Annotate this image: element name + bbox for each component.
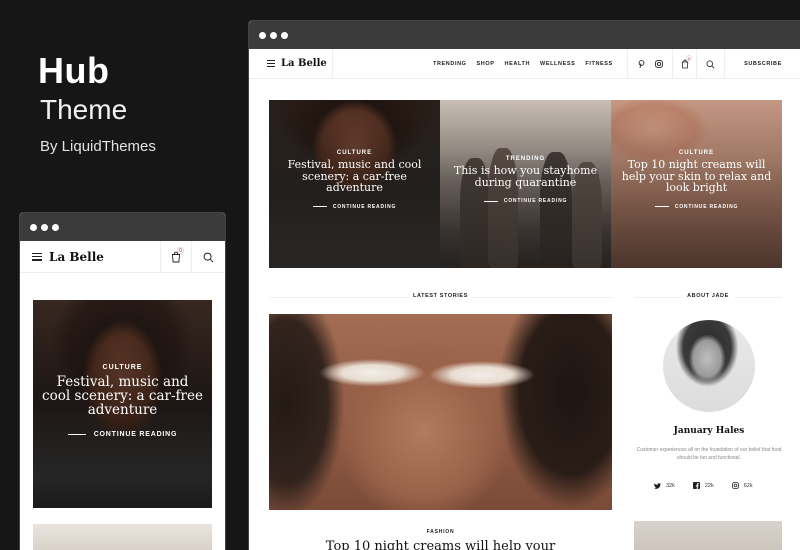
facebook-count: 22k — [704, 482, 714, 489]
card-category: CULTURE — [336, 150, 373, 156]
author-name: January Hales — [673, 426, 745, 436]
hamburger-menu-icon[interactable] — [32, 252, 42, 261]
nav-item-health[interactable]: HEALTH — [505, 61, 531, 67]
continue-reading-label: CONTINUE READING — [332, 203, 397, 210]
instagram-icon — [731, 482, 739, 489]
header-social-links — [627, 49, 673, 79]
instagram-link[interactable]: 62k — [731, 482, 753, 489]
cart-count-badge: 0 — [177, 247, 184, 254]
window-titlebar — [20, 213, 225, 241]
continue-reading-link[interactable]: CONTINUE READING — [269, 204, 440, 210]
card-headline[interactable]: Top 10 night creams will help your skin … — [621, 159, 772, 194]
twitter-icon — [654, 482, 661, 489]
hero-card[interactable]: TRENDING This is how you stayhome during… — [440, 100, 611, 268]
divider-line — [654, 206, 669, 207]
hero-carousel: CULTURE Festival, music and cool scenery… — [269, 100, 782, 268]
mobile-header: La Belle 0 — [20, 241, 225, 273]
search-button[interactable] — [192, 241, 225, 273]
nav-item-shop[interactable]: SHOP — [477, 61, 495, 67]
mobile-preview-window: La Belle 0 CULTURE Festival, music and c… — [19, 212, 226, 550]
instagram-count: 62k — [743, 482, 753, 489]
continue-reading-link[interactable]: CONTINUE READING — [33, 431, 212, 438]
promo-byline: By LiquidThemes — [40, 138, 156, 155]
search-icon — [706, 59, 715, 68]
cart-button[interactable]: 0 — [673, 49, 697, 79]
window-dot-icon — [41, 223, 48, 231]
card-category: CULTURE — [678, 150, 715, 156]
site-logo[interactable]: La Belle — [281, 58, 327, 69]
subscribe-button[interactable]: SUBSCRIBE — [725, 49, 800, 79]
mobile-next-card[interactable] — [33, 524, 212, 550]
card-category: TRENDING — [505, 156, 546, 162]
window-dot-icon — [270, 31, 277, 39]
cart-button[interactable]: 0 — [160, 241, 192, 273]
site-logo[interactable]: La Belle — [49, 250, 104, 264]
instagram-icon[interactable] — [654, 60, 663, 68]
twitter-link[interactable]: 32k — [654, 483, 675, 489]
window-dot-icon — [281, 31, 288, 39]
window-dot-icon — [52, 223, 59, 231]
promo-title: Hub — [38, 50, 110, 91]
main-nav: TRENDING SHOP HEALTH WELLNESS FITNESS — [433, 49, 613, 79]
search-icon — [203, 252, 214, 262]
window-dot-icon — [259, 31, 266, 39]
card-headline[interactable]: Festival, music and cool scenery: a car-… — [41, 375, 204, 417]
hamburger-menu-icon[interactable] — [267, 60, 275, 67]
continue-reading-label: CONTINUE READING — [503, 198, 568, 204]
divider-line — [483, 200, 498, 202]
pinterest-icon[interactable] — [638, 60, 645, 68]
desktop-preview-window: La Belle TRENDING SHOP HEALTH WELLNESS F… — [248, 20, 800, 550]
cart-count-badge: 0 — [686, 55, 692, 61]
author-avatar — [663, 320, 755, 412]
window-dot-icon — [30, 223, 37, 231]
nav-item-fitness[interactable]: FITNESS — [585, 61, 612, 67]
search-button[interactable] — [697, 49, 725, 79]
card-category: CULTURE — [102, 364, 143, 371]
hero-card[interactable]: CULTURE Festival, music and cool scenery… — [269, 100, 440, 268]
continue-reading-label: CONTINUE READING — [674, 203, 739, 210]
latest-story-image[interactable] — [269, 314, 612, 510]
divider-line — [312, 206, 327, 207]
continue-reading-link[interactable]: CONTINUE READING — [440, 198, 611, 204]
sidebar-image[interactable] — [634, 521, 782, 550]
continue-reading-label: CONTINUE READING — [93, 431, 178, 438]
continue-reading-link[interactable]: CONTINUE READING — [611, 204, 782, 210]
nav-item-wellness[interactable]: WELLNESS — [540, 61, 575, 67]
latest-story-headline[interactable]: Top 10 night creams will help your — [269, 539, 612, 550]
twitter-count: 32k — [666, 482, 675, 489]
author-bio: Customer experiences all on the foundati… — [636, 447, 782, 461]
latest-stories-title: LATEST STORIES — [409, 293, 472, 299]
desktop-header: La Belle TRENDING SHOP HEALTH WELLNESS F… — [249, 48, 800, 79]
window-titlebar — [249, 21, 800, 49]
about-title: ABOUT JADE — [681, 293, 735, 299]
card-headline[interactable]: Festival, music and cool scenery: a car-… — [279, 159, 430, 194]
facebook-link[interactable]: 22k — [692, 482, 714, 489]
divider-line — [67, 434, 86, 435]
facebook-icon — [692, 482, 700, 489]
latest-story-category: FASHION — [426, 529, 455, 535]
nav-item-trending[interactable]: TRENDING — [433, 61, 467, 67]
hero-card[interactable]: CULTURE Top 10 night creams will help yo… — [611, 100, 782, 268]
card-headline[interactable]: This is how you stayhome during quaranti… — [450, 165, 601, 188]
author-social-stats: 32k 22k 62k — [654, 482, 753, 489]
promo-subtitle: Theme — [40, 94, 128, 125]
mobile-featured-card[interactable]: CULTURE Festival, music and cool scenery… — [33, 300, 212, 508]
